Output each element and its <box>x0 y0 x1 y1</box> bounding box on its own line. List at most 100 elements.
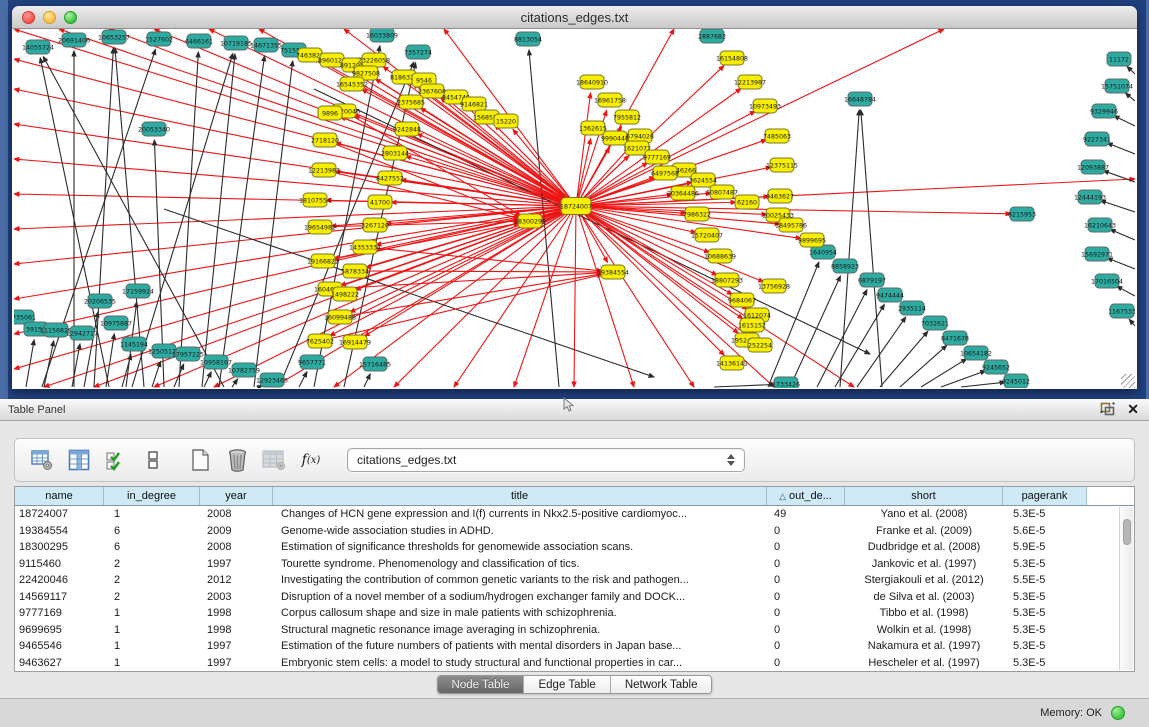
network-node[interactable]: 18107554 <box>299 193 331 207</box>
table-row[interactable]: 1938455462009Genome-wide association stu… <box>15 523 1134 540</box>
table-row[interactable]: 1872400712008Changes of HCN gene express… <box>15 506 1134 523</box>
network-node[interactable]: 12213987 <box>734 75 766 89</box>
table-row[interactable]: 969969511998Structural magnetic resonanc… <box>15 622 1134 639</box>
network-node[interactable]: 62160 <box>735 195 759 209</box>
network-node[interactable]: 1167533 <box>1108 304 1135 318</box>
network-node[interactable]: 12923465 <box>256 373 288 387</box>
network-node[interactable]: 15720407 <box>691 228 723 242</box>
network-node[interactable]: 11172 <box>1107 52 1131 66</box>
show-columns-icon[interactable] <box>66 447 92 473</box>
network-node[interactable]: 9227341 <box>1083 132 1111 146</box>
network-node[interactable]: 1362615 <box>579 121 607 135</box>
network-node[interactable]: 20364486 <box>667 186 699 200</box>
network-node[interactable]: 10653257 <box>98 30 130 44</box>
network-node[interactable]: 19654982 <box>304 220 336 234</box>
column-header-name[interactable]: name <box>15 487 104 505</box>
network-node[interactable]: 15220 <box>494 114 518 128</box>
network-node[interactable]: 18300295 <box>514 214 546 228</box>
network-node[interactable]: 9777169 <box>643 150 671 164</box>
network-node[interactable]: 9990448 <box>601 131 629 145</box>
network-node[interactable]: 9463627 <box>766 189 794 203</box>
network-node[interactable]: 2375685 <box>397 95 425 109</box>
network-node[interactable]: 14671355 <box>250 38 282 52</box>
tab-edge-table[interactable]: Edge Table <box>523 676 609 693</box>
network-node[interactable]: 7955812 <box>613 110 641 124</box>
table-source-select[interactable]: citations_edges.txt <box>347 448 745 472</box>
network-node[interactable]: 8471678 <box>941 331 969 345</box>
network-node[interactable]: 10654182 <box>960 346 992 360</box>
network-node[interactable]: 10975887 <box>100 316 132 330</box>
network-node[interactable]: 20691406 <box>58 33 90 47</box>
network-node[interactable]: 12093887 <box>1077 160 1109 174</box>
scrollbar-thumb[interactable] <box>1123 519 1131 545</box>
network-node[interactable]: 41700 <box>368 195 392 209</box>
network-node[interactable]: 15751074 <box>1101 79 1133 93</box>
network-node[interactable]: 6497568 <box>651 166 679 180</box>
network-node[interactable]: 252254 <box>748 338 772 352</box>
network-node[interactable]: 16099488 <box>324 310 356 324</box>
network-node[interactable]: 8813054 <box>514 32 542 46</box>
network-node[interactable]: 16545352 <box>336 77 368 91</box>
network-node[interactable]: 1145194 <box>120 337 148 351</box>
network-node[interactable]: 15692971 <box>1081 247 1113 261</box>
float-panel-icon[interactable] <box>1100 402 1115 416</box>
network-node[interactable]: 2803144 <box>381 146 409 160</box>
network-node[interactable]: 2887682 <box>698 29 726 43</box>
network-node[interactable]: 18807293 <box>711 273 743 287</box>
network-node[interactable]: 9146821 <box>460 97 488 111</box>
network-node[interactable]: 7625402 <box>306 334 334 348</box>
function-fx-icon[interactable]: f(x) <box>298 447 324 473</box>
network-node[interactable]: 14136141 <box>716 356 748 370</box>
new-table-icon[interactable] <box>187 447 213 473</box>
network-node[interactable]: 10782759 <box>228 363 260 377</box>
table-options-icon[interactable] <box>29 447 55 473</box>
network-node[interactable]: 18724007 <box>560 198 592 215</box>
network-node[interactable]: 23226058 <box>358 53 390 67</box>
network-node[interactable]: 3267120 <box>361 218 389 232</box>
table-row[interactable]: 1830029562008Estimation of significance … <box>15 539 1134 556</box>
window-resize-grip[interactable] <box>1121 374 1135 388</box>
network-node[interactable]: 10688639 <box>704 249 736 263</box>
network-node[interactable]: 6466161 <box>185 34 213 48</box>
row-height-icon[interactable] <box>140 447 166 473</box>
network-node[interactable]: 7986322 <box>683 207 711 221</box>
network-node[interactable]: 7357274 <box>404 45 432 59</box>
network-node[interactable]: 1527602 <box>145 32 173 46</box>
network-node[interactable]: 20053340 <box>138 122 170 136</box>
network-node[interactable]: 8858923 <box>831 259 859 273</box>
network-node[interactable]: 9684067 <box>728 293 756 307</box>
table-vertical-scrollbar[interactable] <box>1119 507 1133 670</box>
column-header-short[interactable]: short <box>845 487 1003 505</box>
network-node[interactable]: 14055724 <box>22 40 54 54</box>
network-node[interactable]: 1498222 <box>331 287 359 301</box>
network-node[interactable]: 9329946 <box>1090 104 1118 118</box>
network-node[interactable]: 9242848 <box>393 122 421 136</box>
network-node[interactable]: 16154808 <box>716 51 748 65</box>
network-node[interactable]: 16914479 <box>339 335 371 349</box>
network-node[interactable]: 12375115 <box>766 158 798 172</box>
column-header-out_de[interactable]: △out_de... <box>767 487 845 505</box>
network-node[interactable]: 5878334 <box>341 264 369 278</box>
network-node[interactable]: 13756928 <box>758 279 790 293</box>
network-node[interactable]: 17159924 <box>122 284 154 298</box>
table-row[interactable]: 2242004622012Investigating the contribut… <box>15 572 1134 589</box>
network-node[interactable]: 9899695 <box>798 233 826 247</box>
table-row[interactable]: 1456911722003Disruption of a novel membe… <box>15 589 1134 606</box>
column-header-year[interactable]: year <box>200 487 273 505</box>
tab-network-table[interactable]: Network Table <box>610 676 712 693</box>
close-panel-icon[interactable]: ✕ <box>1127 402 1139 416</box>
network-node[interactable]: 18640910 <box>576 75 608 89</box>
network-node[interactable]: 9896 <box>318 106 342 120</box>
table-row[interactable]: 946554611997Estimation of the future num… <box>15 638 1134 655</box>
column-header-in_degree[interactable]: in_degree <box>104 487 200 505</box>
column-header-title[interactable]: title <box>273 487 767 505</box>
network-node[interactable]: 2718120 <box>311 133 339 147</box>
network-node[interactable]: 10719185 <box>220 36 252 50</box>
network-node[interactable]: 1615152 <box>738 318 766 332</box>
network-node[interactable]: 20206535 <box>84 294 116 308</box>
network-node[interactable]: 9474444 <box>876 288 904 302</box>
network-node[interactable]: 14353334 <box>349 240 381 254</box>
network-node[interactable]: 1733426 <box>772 377 800 388</box>
network-node[interactable]: 16961758 <box>594 93 626 107</box>
network-node[interactable]: 7485063 <box>763 129 791 143</box>
